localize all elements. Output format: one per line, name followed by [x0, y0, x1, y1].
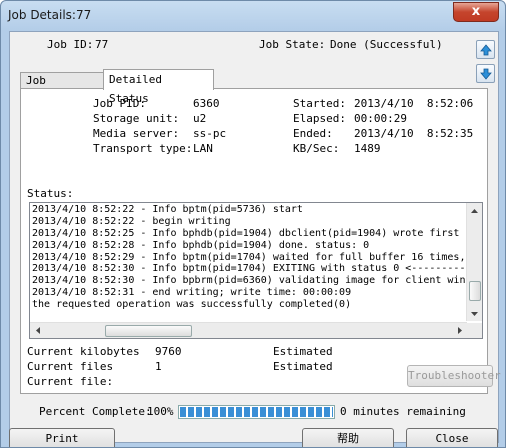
status-log-line: 2013/4/10 8:52:25 - Info bphdb(pid=1904)… [32, 227, 470, 239]
storage-unit-label: Storage unit: [93, 112, 180, 125]
print-button[interactable]: Print [9, 428, 115, 447]
current-kilobytes-estimate: Estimated [273, 345, 333, 358]
status-label: Status: [27, 187, 74, 200]
close-button[interactable]: Close [406, 428, 498, 447]
vertical-scroll-thumb[interactable] [469, 281, 481, 301]
status-log-line: the requested operation was successfully… [32, 299, 352, 311]
arrow-up-icon [479, 43, 492, 55]
time-remaining: 0 minutes remaining [340, 405, 466, 418]
status-log-line: 2013/4/10 8:52:22 - begin writing [32, 215, 231, 227]
kbsec-label: KB/Sec: [293, 142, 340, 155]
status-log-line: 2013/4/10 8:52:30 - Info bptm(pid=1704) … [32, 263, 470, 275]
job-details-window: Job Details:77 x Job ID: 77 Job State: D… [0, 0, 506, 448]
percent-complete-label: Percent Complete: [39, 405, 152, 418]
elapsed-label: Elapsed: [293, 112, 346, 125]
current-files-value: 1 [155, 360, 162, 373]
elapsed-value: 00:00:29 [354, 112, 407, 125]
status-log-line: 2013/4/10 8:52:28 - Info bphdb(pid=1904)… [32, 239, 370, 251]
started-value: 2013/4/10 8:52:06 [354, 97, 474, 110]
tab-job-overview[interactable]: Job Overview [20, 72, 106, 103]
scroll-down-arrow[interactable] [467, 306, 482, 321]
progress-bar [178, 405, 335, 419]
transport-type-value: LAN [193, 142, 213, 155]
job-state-label: Job State: [259, 38, 326, 51]
window-title: Job Details:77 [8, 8, 92, 22]
current-kilobytes-value: 9760 [155, 345, 182, 358]
media-server-label: Media server: [93, 127, 180, 140]
tab-detailed-status[interactable]: Detailed Status [103, 69, 214, 105]
window-close-button[interactable]: x [453, 2, 499, 22]
current-kilobytes-label: Current kilobytes [27, 345, 140, 358]
client-area: Job ID: 77 Job State: Done (Successful) … [9, 31, 501, 447]
scroll-up-arrow[interactable] [467, 203, 482, 218]
current-files-label: Current files [27, 360, 114, 373]
job-id-label: Job ID: [47, 38, 94, 51]
vertical-scrollbar[interactable] [466, 203, 482, 321]
kbsec-value: 1489 [354, 142, 381, 155]
horizontal-scroll-thumb[interactable] [105, 325, 192, 337]
scrollbar-corner [467, 323, 482, 338]
scroll-left-arrow[interactable] [30, 323, 45, 338]
percent-complete-value: 100% [147, 405, 174, 418]
progress-bar-fill [180, 407, 333, 417]
ended-value: 2013/4/10 8:52:35 [354, 127, 474, 140]
help-button[interactable]: 帮助 [302, 428, 394, 447]
status-log-line: 2013/4/10 8:52:30 - Info bpbrm(pid=6360)… [32, 275, 470, 287]
scroll-up-button[interactable] [476, 40, 495, 59]
current-files-estimate: Estimated [273, 360, 333, 373]
scroll-right-arrow[interactable] [452, 323, 467, 338]
title-bar[interactable]: Job Details:77 x [1, 1, 505, 31]
status-log-line: 2013/4/10 8:52:22 - Info bptm(pid=5736) … [32, 204, 303, 215]
media-server-value: ss-pc [193, 127, 227, 140]
job-id-value: 77 [95, 38, 109, 51]
transport-type-label: Transport type: [93, 142, 193, 155]
started-label: Started: [293, 97, 346, 110]
status-log[interactable]: 2013/4/10 8:52:22 - Info bptm(pid=5736) … [29, 202, 483, 339]
ended-label: Ended: [293, 127, 333, 140]
current-file-label: Current file: [27, 375, 114, 388]
storage-unit-value: u2 [193, 112, 207, 125]
scroll-down-button[interactable] [476, 64, 495, 83]
job-state-value: Done (Successful) [330, 38, 443, 51]
job-pid-value: 6360 [193, 97, 220, 110]
horizontal-scrollbar[interactable] [30, 322, 467, 338]
arrow-down-icon [479, 68, 492, 80]
status-log-text: 2013/4/10 8:52:22 - Info bptm(pid=5736) … [32, 204, 470, 321]
status-log-line: 2013/4/10 8:52:29 - Info bptm(pid=1704) … [32, 251, 470, 263]
troubleshooter-button[interactable]: Troubleshooter [407, 365, 501, 387]
status-log-line: 2013/4/10 8:52:31 - end writing; write t… [32, 287, 352, 299]
detailed-status-panel: Job PID: 6360 Storage unit: u2 Media ser… [20, 88, 488, 394]
